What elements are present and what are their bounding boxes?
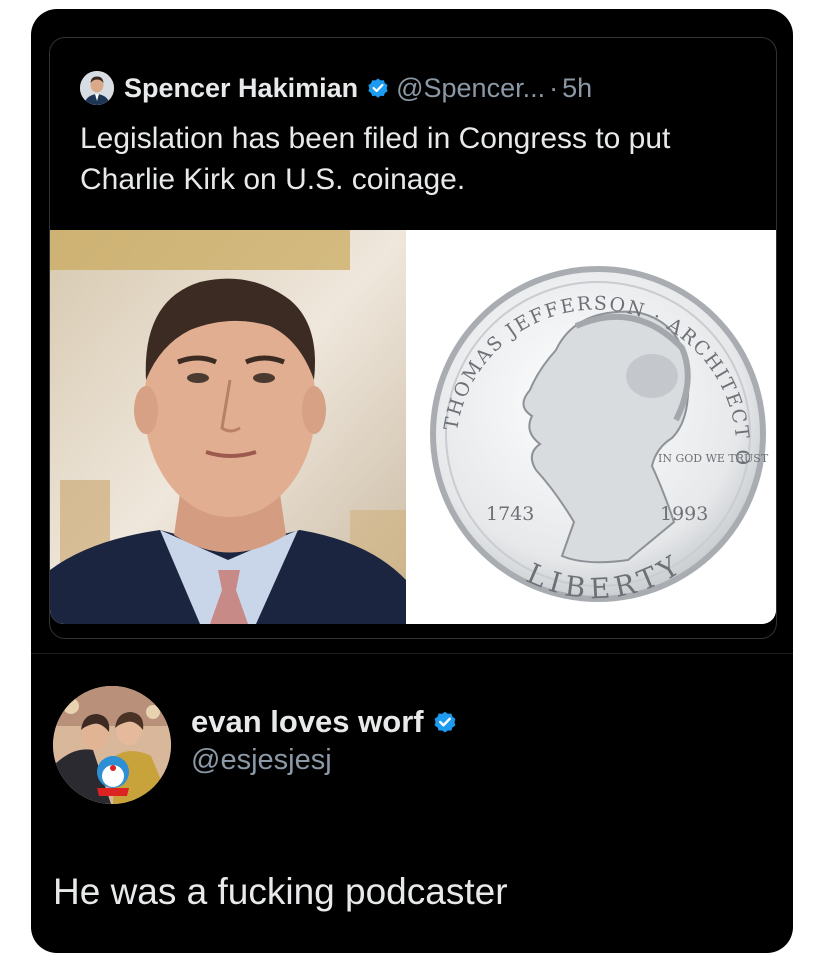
reply-author-info: evan loves worf @esjesjesj	[191, 704, 464, 777]
coin-year-left: 1743	[486, 503, 534, 525]
coin-motto: IN GOD WE TRUST	[658, 452, 769, 465]
post-card: Spencer Hakimian @Spencer... · 5h Legisl…	[31, 9, 793, 953]
quoted-post[interactable]: Spencer Hakimian @Spencer... · 5h Legisl…	[49, 37, 777, 639]
quoted-post-header: Spencer Hakimian @Spencer... · 5h	[80, 68, 592, 108]
separator-dot: ·	[549, 72, 559, 103]
verified-badge-icon	[434, 711, 455, 733]
avatar-image	[80, 71, 114, 105]
post-timestamp[interactable]: 5h	[562, 73, 592, 104]
reply-author-avatar[interactable]	[53, 686, 171, 804]
quoted-post-text: Legislation has been filed in Congress t…	[80, 122, 671, 196]
reply-header: evan loves worf @esjesjesj	[53, 686, 464, 804]
verified-badge-icon	[368, 78, 388, 98]
reply-name-row: evan loves worf	[191, 704, 464, 740]
coin-year-right: 1993	[660, 503, 708, 525]
divider	[31, 653, 793, 654]
reply-author-handle[interactable]: @esjesjesj	[191, 744, 464, 777]
quoted-author-handle[interactable]: @Spencer...	[396, 73, 545, 104]
reply-author-name[interactable]: evan loves worf	[191, 704, 424, 740]
coin-image: THOMAS JEFFERSON · ARCHITECT OF DEMOCRAC…	[395, 230, 776, 624]
post-media[interactable]: THOMAS JEFFERSON · ARCHITECT OF DEMOCRAC…	[50, 230, 776, 624]
reply-text: He was a fucking podcaster	[53, 871, 508, 912]
portrait-photo	[50, 230, 406, 624]
quoted-author-avatar[interactable]	[80, 71, 114, 105]
avatar-image	[53, 686, 171, 804]
quoted-author-name[interactable]: Spencer Hakimian	[124, 73, 358, 104]
